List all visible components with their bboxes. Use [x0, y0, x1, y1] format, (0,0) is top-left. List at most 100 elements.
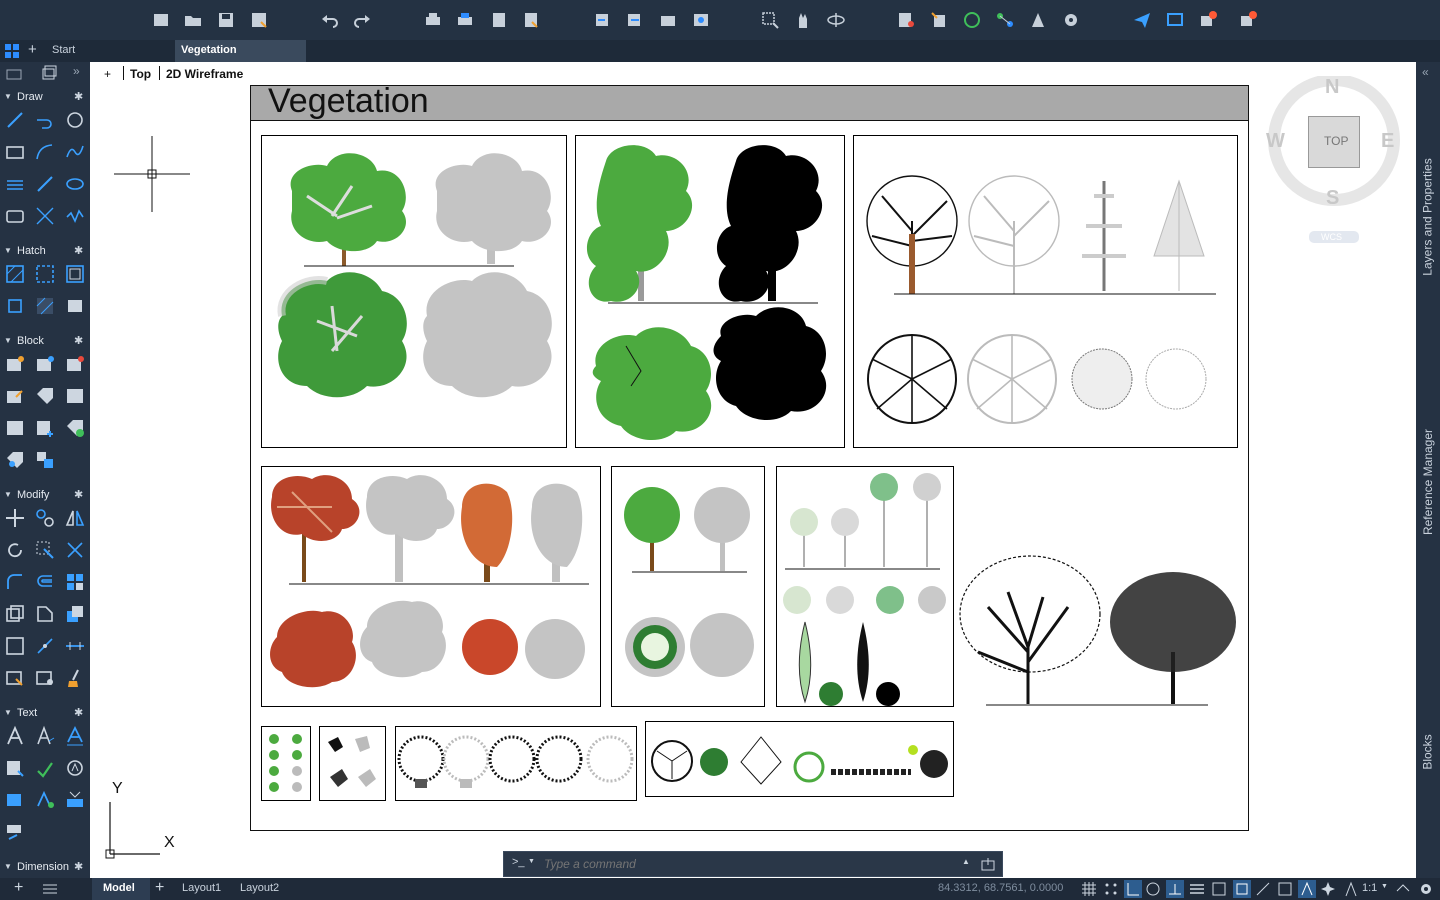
zoom-window-icon[interactable] [760, 10, 780, 30]
tab-layout1[interactable]: Layout1 [182, 878, 221, 900]
annotation-icon[interactable] [1298, 880, 1316, 898]
block-replace-icon[interactable] [34, 449, 56, 471]
single-line-text-icon[interactable] [34, 725, 56, 747]
tab-vegetation[interactable]: Vegetation [175, 40, 306, 62]
ray-tool-icon[interactable] [34, 173, 56, 195]
lengthen-tool-icon[interactable] [64, 635, 86, 657]
boundary-tool-icon[interactable] [64, 263, 86, 285]
list-icon[interactable] [42, 882, 58, 896]
explode-tool-icon[interactable] [4, 603, 26, 625]
text-style-icon[interactable] [64, 725, 86, 747]
move-tool-icon[interactable] [4, 507, 26, 529]
page-setup-icon[interactable] [521, 10, 541, 30]
edit-polyline-icon[interactable] [4, 667, 26, 689]
line-tool-icon[interactable] [4, 109, 26, 131]
region-tool-icon[interactable] [4, 295, 26, 317]
spell-check-icon[interactable] [34, 757, 56, 779]
snap-icon[interactable] [1103, 881, 1119, 897]
search-text-icon[interactable] [64, 757, 86, 779]
revcloud-tool-icon[interactable] [64, 295, 86, 317]
panel-block[interactable]: ▼ Block ✱ [0, 332, 90, 352]
view-name[interactable]: Top [130, 67, 151, 81]
mirror-tool-icon[interactable] [64, 507, 86, 529]
annotation-visibility-icon[interactable] [1320, 881, 1336, 897]
transparency-icon[interactable] [1211, 881, 1227, 897]
layer-icon[interactable] [896, 10, 916, 30]
properties-icon[interactable] [929, 10, 949, 30]
define-attribute-icon[interactable] [4, 385, 26, 407]
edit-hatch-icon[interactable] [34, 667, 56, 689]
drawing-canvas[interactable]: + Top 2D Wireframe Vegetation TOP N S E … [90, 62, 1416, 878]
gear-icon[interactable]: ✱ [74, 244, 83, 257]
find-replace-icon[interactable] [4, 757, 26, 779]
gear-icon[interactable]: ✱ [74, 488, 83, 501]
quick-properties-icon[interactable] [1277, 881, 1293, 897]
grid-menu-icon[interactable] [4, 43, 20, 59]
panel-layout-icon[interactable] [6, 67, 24, 81]
lineweight-icon[interactable] [1189, 881, 1205, 897]
compass-west[interactable]: W [1266, 130, 1285, 153]
gear-icon[interactable]: ✱ [74, 334, 83, 347]
edit-block-icon[interactable] [64, 353, 86, 375]
collapse-right-icon[interactable]: « [1422, 65, 1429, 79]
sync-block-icon[interactable] [64, 417, 86, 439]
share-icon[interactable] [691, 10, 711, 30]
ortho-icon[interactable] [1124, 880, 1142, 898]
screen-icon[interactable] [1165, 10, 1185, 30]
osnap-icon[interactable] [1166, 880, 1184, 898]
text-align-icon[interactable] [4, 789, 26, 811]
gradient-tool-icon[interactable] [34, 263, 56, 285]
create-block-icon[interactable] [34, 353, 56, 375]
annotation-scale-icon[interactable] [1343, 881, 1359, 897]
attribute-edit-icon[interactable] [4, 449, 26, 471]
erase-tool-icon[interactable] [64, 603, 86, 625]
compass-east[interactable]: E [1381, 130, 1394, 153]
undo-icon[interactable] [320, 10, 340, 30]
tag-icon[interactable] [34, 385, 56, 407]
selection-cycling-icon[interactable] [1233, 880, 1251, 898]
rotate-tool-icon[interactable] [4, 539, 26, 561]
batch-print-icon[interactable] [455, 10, 475, 30]
scale-dropdown-icon[interactable]: ▼ [1381, 883, 1388, 890]
attribute-manager-icon[interactable] [64, 385, 86, 407]
redo-icon[interactable] [352, 10, 372, 30]
block-table-icon[interactable] [4, 417, 26, 439]
expand-panel-icon[interactable]: » [73, 64, 80, 78]
panel-text[interactable]: ▼ Text ✱ [0, 704, 90, 724]
viewcube-top-label[interactable]: TOP [1324, 134, 1348, 148]
multiline-text-icon[interactable] [4, 725, 26, 747]
command-history-icon[interactable]: ▲ [962, 857, 970, 866]
tab-layers-and-properties[interactable]: Layers and Properties [1416, 152, 1440, 282]
workspace-icon[interactable] [1395, 881, 1411, 897]
write-block-icon[interactable] [34, 417, 56, 439]
wipeout-tool-icon[interactable] [34, 295, 56, 317]
alerts-icon[interactable] [1238, 10, 1258, 30]
xline-tool-icon[interactable] [34, 205, 56, 227]
panel-hatch[interactable]: ▼ Hatch ✱ [0, 242, 90, 262]
gear-icon[interactable]: ✱ [74, 706, 83, 719]
send-icon[interactable] [1132, 10, 1152, 30]
gear-icon[interactable]: ✱ [74, 90, 83, 103]
orbit-icon[interactable] [826, 10, 846, 30]
print-icon[interactable] [423, 10, 443, 30]
pdf-import-icon[interactable] [4, 821, 26, 843]
connect-icon[interactable] [995, 10, 1015, 30]
rectangle-tool-icon[interactable] [4, 141, 26, 163]
join-tool-icon[interactable] [34, 635, 56, 657]
arc-tool-icon[interactable] [34, 141, 56, 163]
panel-view-icon[interactable] [40, 65, 58, 81]
sheet-icon[interactable] [1028, 10, 1048, 30]
tab-blocks[interactable]: Blocks [1416, 722, 1440, 782]
compass-north[interactable]: N [1325, 76, 1339, 99]
trim-tool-icon[interactable] [64, 539, 86, 561]
panel-draw[interactable]: ▼ Draw ✱ [0, 88, 90, 108]
refresh-icon[interactable] [962, 10, 982, 30]
settings-icon[interactable] [1061, 10, 1081, 30]
status-settings-icon[interactable] [1418, 881, 1434, 897]
command-line[interactable]: >_ ▼ ▲ [503, 851, 1003, 877]
add-icon[interactable]: + [14, 879, 23, 897]
save-as-icon[interactable] [249, 10, 269, 30]
polar-icon[interactable] [1145, 881, 1161, 897]
fillet-tool-icon[interactable] [4, 571, 26, 593]
compass-south[interactable]: S [1326, 187, 1339, 210]
